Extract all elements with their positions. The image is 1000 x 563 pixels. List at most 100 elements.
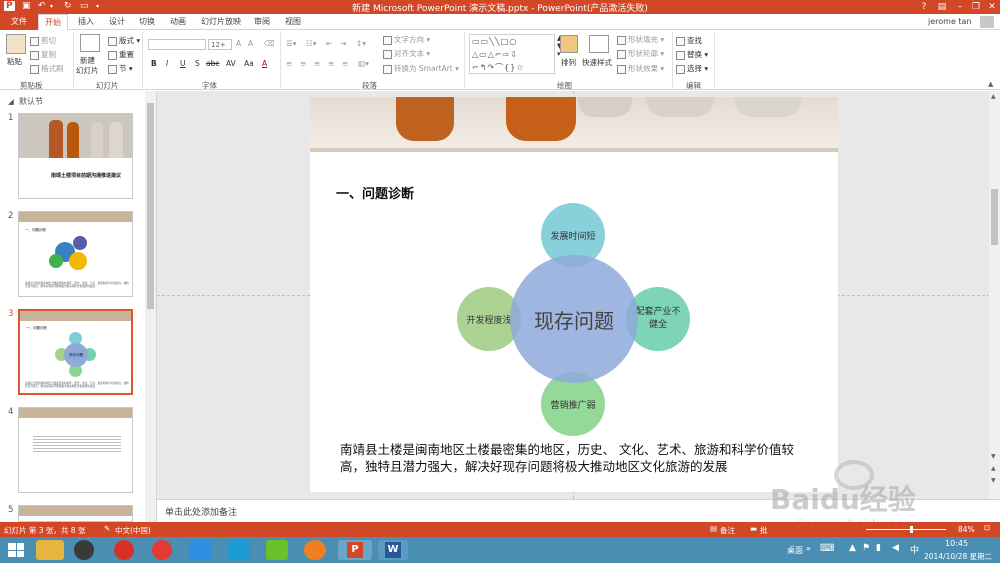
tab-review[interactable]: 审阅 [254, 16, 270, 27]
font-name-combo[interactable] [148, 39, 206, 50]
arrange-button[interactable]: 排列 [561, 57, 576, 68]
fit-slide-icon[interactable]: ⊡ [984, 523, 990, 532]
prev-slide-icon[interactable]: ▲ [991, 465, 996, 472]
zoom-slider[interactable] [866, 526, 946, 533]
text-direction-button[interactable]: 文字方向 ▾ [383, 34, 430, 45]
shrink-font-icon[interactable]: A [248, 39, 253, 48]
zoom-level[interactable]: 84% [958, 525, 975, 534]
slide-body-text[interactable]: 南靖县土楼是闽南地区土楼最密集的地区，历史、 文化、艺术、旅游和科学价值较高，独… [340, 441, 814, 475]
notes-icon[interactable]: ▤ [710, 524, 717, 533]
bullets-icon[interactable]: ☰▾ [286, 39, 297, 48]
char-spacing-button[interactable]: AV [226, 59, 236, 68]
media-player-icon[interactable] [304, 540, 326, 560]
tab-insert[interactable]: 插入 [78, 16, 94, 27]
layout-button[interactable]: 版式 ▾ [108, 35, 140, 46]
user-avatar[interactable] [980, 16, 994, 28]
shape-outline-button[interactable]: 形状轮廓 ▾ [617, 48, 664, 59]
clock-time[interactable]: 10:45 [945, 539, 968, 548]
columns-icon[interactable]: ▥▾ [358, 59, 369, 68]
tab-design[interactable]: 设计 [109, 16, 125, 27]
tray-overflow-icon[interactable]: » [806, 544, 811, 553]
iqiyi-icon[interactable] [266, 540, 288, 560]
new-slide-icon[interactable] [80, 34, 100, 52]
quick-styles-icon[interactable] [589, 35, 609, 53]
diagram-center-circle[interactable]: 现存问题 [510, 255, 638, 383]
decrease-indent-icon[interactable]: ⇤ [326, 39, 332, 48]
section-collapse-icon[interactable]: ◢ [8, 97, 14, 106]
new-slide-label[interactable]: 幻灯片 [76, 65, 99, 76]
spellcheck-icon[interactable]: ✎ [104, 524, 110, 533]
smartart-button[interactable]: 转换为 SmartArt ▾ [383, 63, 459, 74]
clock-date[interactable]: 2014/10/28 星期二 [924, 551, 992, 562]
shapes-gallery[interactable]: ▭▭╲╲□○ △▭△⌐⇨⇩ ⌐↰↷⌒{}☆ [469, 34, 555, 74]
comments-toggle[interactable]: 批 [760, 525, 768, 536]
thumbnail-scrollbar[interactable] [145, 91, 156, 522]
editor-scrollbar[interactable]: ▲ ▼ ▲ ▼ [989, 91, 1000, 499]
slide-thumbnail-3[interactable]: 一、问题诊断 现存问题 南靖县土楼是闽南地区土楼最密集的地区，历史、文化、艺术、… [18, 309, 133, 395]
scroll-down-icon[interactable]: ▼ [991, 453, 996, 460]
shadow-button[interactable]: S [195, 59, 200, 68]
align-left-icon[interactable]: ≡ [286, 59, 292, 68]
netease-music-icon[interactable] [114, 540, 134, 560]
thumbnail-scrollbar-thumb[interactable] [147, 103, 154, 309]
slide-heading[interactable]: 一、问题诊断 [336, 183, 414, 202]
replace-button[interactable]: 替换 ▾ [676, 49, 708, 60]
strikethrough-button[interactable]: abc [206, 59, 219, 68]
slide-thumbnail-1[interactable]: 南靖土楼项目前期沟通推进建议 [18, 113, 133, 199]
cut-button[interactable]: 剪切 [30, 35, 56, 46]
increase-indent-icon[interactable]: ⇥ [340, 39, 346, 48]
tab-view[interactable]: 视图 [285, 16, 301, 27]
tray-arrow-icon[interactable]: ▲ [849, 543, 856, 553]
file-explorer-icon[interactable] [36, 540, 64, 560]
collapse-ribbon-icon[interactable]: ▲ [988, 80, 993, 88]
grow-font-icon[interactable]: A [236, 39, 241, 48]
slide-thumbnail-4[interactable] [18, 407, 133, 493]
current-slide[interactable]: 一、问题诊断 发展时间短 开发程度浅 配套产业不健全 营销推广弱 现存问题 南靖… [310, 97, 838, 492]
notes-toggle[interactable]: 备注 [720, 525, 735, 536]
format-painter-button[interactable]: 格式刷 [30, 63, 64, 74]
tab-file[interactable]: 文件 [0, 14, 38, 30]
tab-transitions[interactable]: 切换 [139, 16, 155, 27]
keyboard-icon[interactable]: ⌨ [820, 543, 834, 554]
quick-styles-button[interactable]: 快速样式 [582, 57, 612, 68]
align-center-icon[interactable]: ≡ [300, 59, 306, 68]
italic-button[interactable]: I [166, 59, 168, 68]
font-color-button[interactable]: A [262, 59, 267, 68]
underline-button[interactable]: U [180, 59, 186, 68]
tab-slideshow[interactable]: 幻灯片放映 [201, 16, 241, 27]
bold-button[interactable]: B [151, 59, 157, 68]
action-center-icon[interactable]: ⚑ [862, 543, 870, 553]
close-button[interactable]: ✕ [985, 0, 999, 14]
paste-button[interactable]: 粘贴 [7, 56, 22, 67]
help-button[interactable]: ? [917, 0, 931, 14]
start-windows-icon[interactable] [8, 543, 24, 557]
line-spacing-icon[interactable]: ↕▾ [356, 39, 366, 48]
user-name[interactable]: jerome tan [928, 17, 972, 26]
volume-icon[interactable]: ◀ [892, 543, 899, 553]
numbering-icon[interactable]: ☷▾ [306, 39, 317, 48]
weibo-icon[interactable] [152, 540, 172, 560]
restore-button[interactable]: ❐ [969, 0, 983, 14]
shape-fill-button[interactable]: 形状填充 ▾ [617, 34, 664, 45]
ime-indicator[interactable]: 中 [910, 543, 919, 556]
slide-thumbnail-2[interactable]: 一、问题诊断 南靖县土楼是闽南地区土楼最密集的地区，历史、文化、艺术、旅游和科学… [18, 211, 133, 297]
change-case-button[interactable]: Aa [244, 59, 254, 68]
baidu-netdisk-icon[interactable] [190, 540, 212, 560]
network-icon[interactable]: ▮ [876, 543, 881, 553]
qq-icon[interactable] [74, 540, 94, 560]
minimize-button[interactable]: – [953, 0, 967, 14]
align-right-icon[interactable]: ≡ [314, 59, 320, 68]
next-slide-icon[interactable]: ▼ [991, 477, 996, 484]
shape-effects-button[interactable]: 形状效果 ▾ [617, 63, 664, 74]
copy-button[interactable]: 复制 [30, 49, 56, 60]
desktop-toolbar[interactable]: 桌面 [787, 545, 803, 556]
editor-scrollbar-thumb[interactable] [991, 189, 998, 245]
language-indicator[interactable]: 中文(中国) [115, 525, 151, 536]
select-button[interactable]: 选择 ▾ [676, 63, 708, 74]
word-taskbar-button[interactable]: W [378, 540, 408, 560]
font-size-combo[interactable]: 12+ [208, 39, 232, 50]
justify-icon[interactable]: ≡ [328, 59, 334, 68]
tab-animations[interactable]: 动画 [170, 16, 186, 27]
comments-icon[interactable]: ▬ [750, 524, 757, 533]
notes-placeholder[interactable]: 单击此处添加备注 [165, 505, 237, 518]
